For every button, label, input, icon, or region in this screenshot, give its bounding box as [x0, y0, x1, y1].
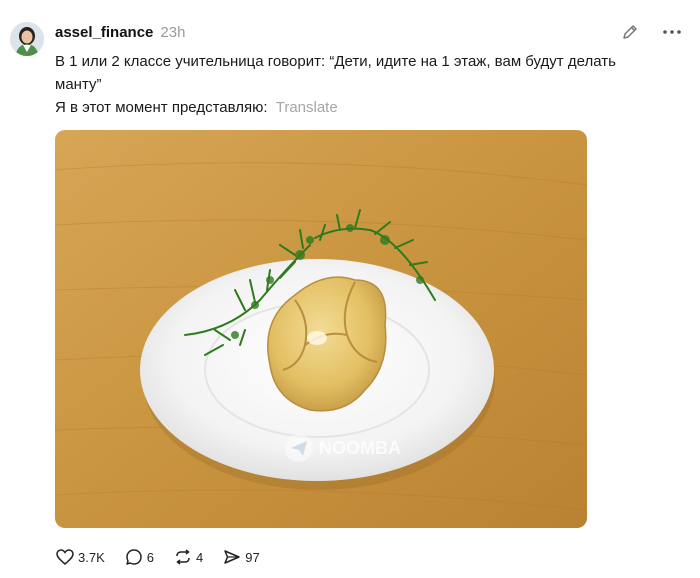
- post-image[interactable]: NOOMBA: [55, 130, 587, 528]
- post-header: assel_finance 23h: [55, 24, 185, 44]
- avatar[interactable]: [10, 22, 44, 56]
- share-icon: [222, 547, 242, 567]
- share-count: 97: [245, 549, 260, 565]
- post-text-line-1: В 1 или 2 классе учительница говорит: “Д…: [55, 53, 616, 93]
- post-text-line-2-content: Я в этот момент представляю:: [55, 99, 268, 116]
- like-count: 3.7K: [78, 549, 105, 565]
- watermark-text: NOOMBA: [319, 438, 401, 458]
- heart-icon: [55, 547, 75, 567]
- post-text-line-2: Я в этот момент представляю: Translate: [55, 96, 665, 119]
- repost-button[interactable]: 4: [173, 547, 203, 567]
- avatar-image: [10, 22, 44, 56]
- action-bar: 3.7K 6 4 97: [55, 545, 279, 569]
- post-text: В 1 или 2 классе учительница говорит: “Д…: [55, 50, 665, 119]
- post-card: assel_finance 23h В 1 или 2 классе учите…: [0, 0, 700, 578]
- timestamp[interactable]: 23h: [160, 24, 185, 41]
- pencil-icon[interactable]: [620, 22, 640, 42]
- comment-icon: [124, 547, 144, 567]
- share-button[interactable]: 97: [222, 547, 260, 567]
- repost-count: 4: [195, 549, 204, 565]
- translate-link[interactable]: Translate: [276, 99, 338, 116]
- more-dots-icon[interactable]: [660, 22, 684, 42]
- repost-icon: [173, 547, 193, 567]
- watermark-logo: NOOMBA: [285, 434, 401, 462]
- comment-button[interactable]: 6: [124, 547, 154, 567]
- like-button[interactable]: 3.7K: [55, 547, 105, 567]
- username[interactable]: assel_finance: [55, 24, 153, 41]
- comment-count: 6: [146, 549, 154, 565]
